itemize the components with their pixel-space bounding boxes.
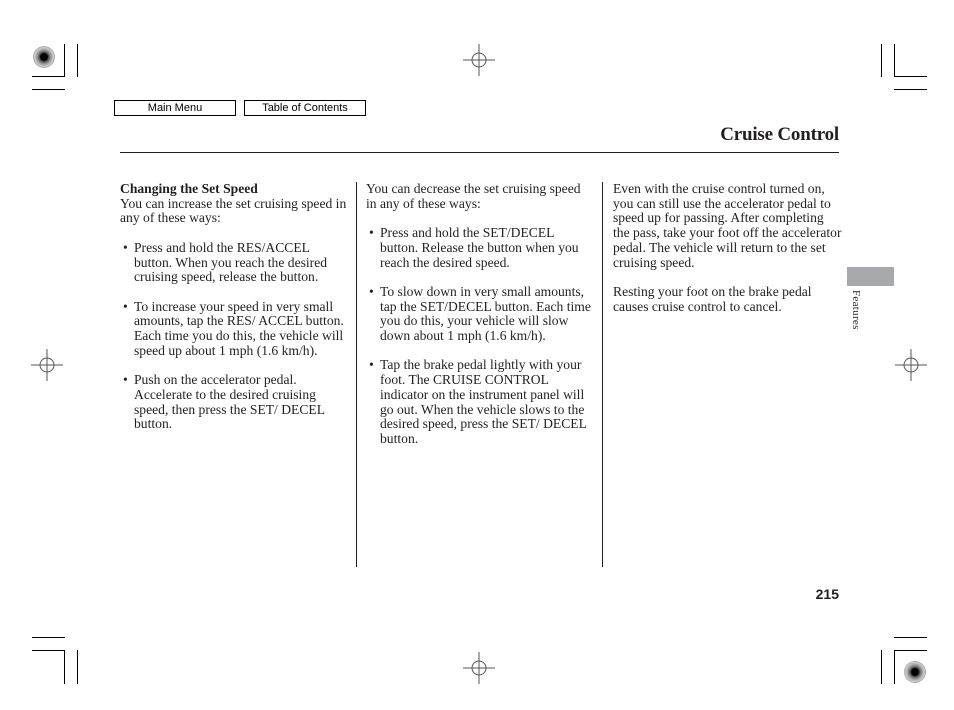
section-tab[interactable] [847, 267, 894, 286]
table-of-contents-button[interactable]: Table of Contents [244, 100, 366, 116]
list-item-text: Press and hold the SET/DECEL button. Rel… [380, 225, 579, 270]
crop-mark [894, 650, 895, 684]
registration-target-icon [904, 661, 926, 683]
crosshair-icon [463, 652, 495, 684]
main-menu-button[interactable]: Main Menu [114, 100, 236, 116]
crop-mark [32, 637, 65, 638]
section-heading: Changing the Set Speed [120, 181, 258, 196]
list-item: • To increase your speed in very small am… [120, 298, 350, 359]
crop-mark [894, 637, 927, 638]
list-item-text: Tap the brake pedal lightly with your fo… [380, 357, 587, 446]
list-item-text: Press and hold the RES/ACCEL button. Whe… [134, 239, 328, 285]
crop-mark [32, 89, 65, 90]
list-item: • Tap the brake pedal lightly with your f… [366, 358, 591, 446]
column-3: Even with the cruise control turned on, … [613, 181, 843, 314]
crosshair-icon [895, 349, 927, 381]
intro-text: You can decrease the set cruising speed … [366, 181, 581, 211]
crop-mark [32, 650, 65, 651]
list-item: • To slow down in very small amounts, tap… [366, 283, 591, 344]
column-1: Changing the Set Speed You can increase … [120, 181, 350, 432]
bullet-icon: • [123, 239, 128, 255]
crop-mark [64, 44, 65, 77]
column-2: You can decrease the set cruising speed … [366, 181, 591, 447]
section-tab-label: Features [850, 290, 862, 330]
paragraph: Resting your foot on the brake pedal cau… [613, 283, 812, 314]
paragraph: Even with the cruise control turned on, … [613, 181, 842, 270]
crop-mark [32, 76, 65, 77]
intro-text: You can increase the set cruising speed … [120, 195, 347, 226]
list-item-text: Push on the accelerator pedal. Accelerat… [134, 372, 325, 432]
registration-target-icon [33, 46, 55, 68]
bullet-icon: • [369, 283, 374, 299]
column-divider [356, 182, 357, 567]
list-item-text: To slow down in very small amounts, tap … [380, 283, 591, 343]
crosshair-icon [31, 349, 63, 381]
list-item: • Push on the accelerator pedal. Accelera… [120, 372, 350, 432]
column-divider [602, 182, 603, 567]
crop-mark [894, 76, 927, 77]
bullet-icon: • [123, 372, 128, 388]
crop-mark [894, 89, 927, 90]
crosshair-icon [463, 44, 495, 76]
list-item-text: To increase your speed in very small amo… [134, 298, 344, 358]
bullet-icon: • [369, 225, 374, 241]
title-rule [120, 152, 839, 153]
bullet-icon: • [123, 298, 128, 314]
crop-mark [894, 44, 895, 77]
list-item: • Press and hold the SET/DECEL button. Re… [366, 225, 591, 270]
crop-mark [77, 44, 78, 77]
list-item: • Press and hold the RES/ACCEL button. Wh… [120, 239, 350, 285]
crop-mark [881, 650, 882, 684]
page-number: 215 [815, 586, 839, 602]
page-title: Cruise Control [720, 124, 839, 145]
bullet-icon: • [369, 357, 374, 373]
crop-mark [881, 44, 882, 77]
crop-mark [64, 650, 65, 684]
crop-mark [894, 650, 927, 651]
crop-mark [77, 650, 78, 684]
